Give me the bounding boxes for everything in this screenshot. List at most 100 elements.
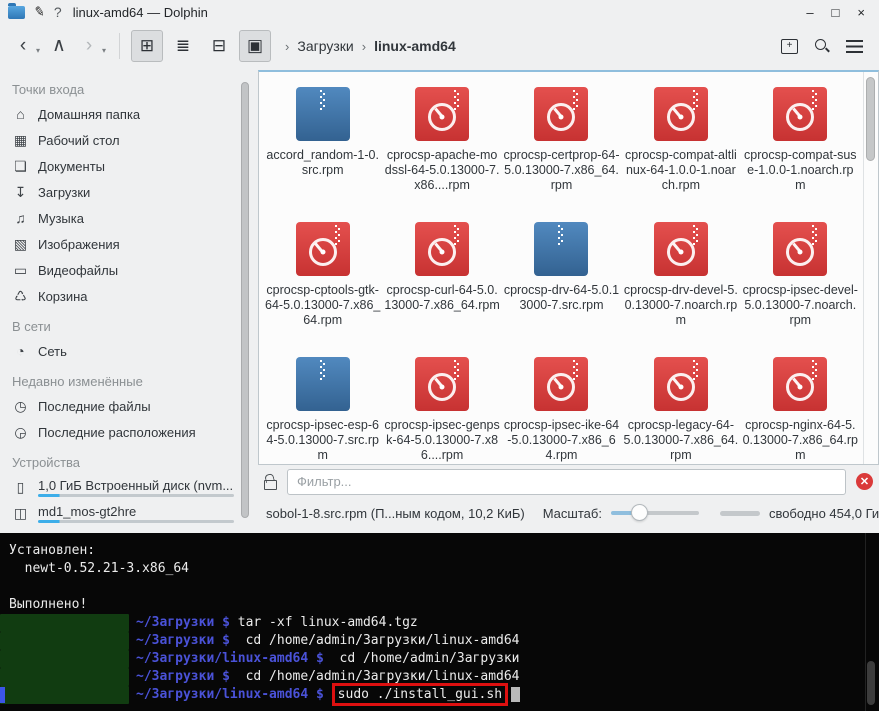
zipper-glyph: [812, 90, 817, 111]
zoom-slider[interactable]: [611, 511, 699, 515]
file-view[interactable]: accord_random-1-0.src.rpm cprocsp-apache…: [258, 70, 879, 465]
breadcrumb-downloads[interactable]: Загрузки: [297, 38, 353, 54]
shell-prompt: ~/Загрузки $: [136, 615, 238, 630]
file-item[interactable]: cprocsp-nginx-64-5.0.13000-7.x86_64.rpm: [741, 346, 860, 465]
zipper-glyph: [812, 360, 817, 381]
file-item[interactable]: cprocsp-drv-64-5.0.13000-7.src.rpm: [502, 211, 621, 346]
file-item[interactable]: cprocsp-legacy-64-5.0.13000-7.x86_64.rpm: [621, 346, 740, 465]
file-item[interactable]: cprocsp-compat-altlinux-64-1.0.0-1.noarc…: [621, 76, 740, 211]
sidebar-item-музыка[interactable]: ♫Музыка: [10, 205, 238, 231]
file-area: accord_random-1-0.src.rpm cprocsp-apache…: [252, 68, 879, 533]
gauge-glyph: [667, 238, 695, 266]
dolphin-window: ✎ ? linux-amd64 — Dolphin – □ × ‹ ▾ ∧ › …: [0, 0, 879, 533]
file-view-scrollbar-thumb[interactable]: [866, 77, 875, 161]
tree-view-button[interactable]: ⊟: [203, 30, 235, 62]
file-item[interactable]: cprocsp-ipsec-ike-64-5.0.13000-7.x86_64.…: [502, 346, 621, 465]
close-button[interactable]: ×: [857, 5, 865, 20]
file-item[interactable]: cprocsp-cptools-gtk-64-5.0.13000-7.x86_6…: [263, 211, 382, 346]
back-button[interactable]: ‹: [10, 34, 36, 58]
gauge-glyph: [786, 103, 814, 131]
sidebar-item-label: Изображения: [38, 237, 120, 252]
file-item[interactable]: cprocsp-apache-modssl-64-5.0.13000-7.x86…: [382, 76, 501, 211]
sidebar-item-последние-файлы[interactable]: ◷Последние файлы: [10, 393, 238, 419]
split-view-button[interactable]: +: [781, 39, 798, 54]
terminal-scrollbar-track[interactable]: [865, 533, 876, 711]
sidebar-item-md1-mos-gt2hre[interactable]: ◫md1_mos-gt2hre: [10, 500, 238, 526]
sidebar-item-корзина[interactable]: ♺Корзина: [10, 283, 238, 309]
sidebar-scrollbar[interactable]: [241, 82, 249, 518]
zoom-slider-handle[interactable]: [631, 504, 648, 521]
file-item[interactable]: cprocsp-compat-suse-1.0.0-1.noarch.rpm: [741, 76, 860, 211]
file-item[interactable]: cprocsp-drv-devel-5.0.13000-7.noarch.rpm: [621, 211, 740, 346]
file-item[interactable]: cprocsp-curl-64-5.0.13000-7.x86_64.rpm: [382, 211, 501, 346]
window-title: linux-amd64 — Dolphin: [73, 5, 208, 20]
sidebar-item-документы[interactable]: ❏Документы: [10, 153, 238, 179]
desktop-icon: ▦: [12, 132, 29, 149]
up-button[interactable]: ∧: [46, 34, 72, 58]
gauge-glyph: [428, 238, 456, 266]
forward-button[interactable]: ›: [76, 34, 102, 58]
zipper-glyph: [693, 225, 698, 246]
sidebar-item-label: Сеть: [38, 344, 67, 359]
breadcrumb-current-folder[interactable]: linux-amd64: [374, 38, 456, 54]
file-item[interactable]: cprocsp-ipsec-genpsk-64-5.0.13000-7.x86.…: [382, 346, 501, 465]
unlock-icon[interactable]: [264, 480, 277, 490]
sidebar-section-header: Устройства: [12, 455, 238, 470]
preview-toggle-button[interactable]: ▣: [239, 30, 271, 62]
terminal-text: cd /home/admin/Загрузки/linux-amd64: [238, 633, 520, 648]
terminal-window[interactable]: Установлен: newt-0.52.21-3.x86_64Выполне…: [0, 533, 879, 711]
rpm-package-icon: [534, 87, 588, 141]
terminal-scrollbar-thumb[interactable]: [867, 661, 875, 705]
terminal-line: ~/Загрузки/linux-amd64 $ sudo ./install_…: [0, 686, 879, 704]
highlighted-command: sudo ./install_gui.sh: [332, 683, 508, 706]
file-item[interactable]: cprocsp-certprop-64-5.0.13000-7.x86_64.r…: [502, 76, 621, 211]
censored-user-host: [0, 650, 129, 668]
help-icon[interactable]: ?: [54, 4, 62, 20]
sidebar-item-рабочий-стол[interactable]: ▦Рабочий стол: [10, 127, 238, 153]
breadcrumb-separator-icon: ›: [285, 39, 289, 54]
sidebar-item-сеть[interactable]: ◔ Сеть: [10, 338, 238, 364]
sidebar-item-изображения[interactable]: ▧Изображения: [10, 231, 238, 257]
terminal-text: newt-0.52.21-3.x86_64: [9, 561, 189, 576]
file-name: cprocsp-compat-altlinux-64-1.0.0-1.noarc…: [623, 148, 739, 193]
close-filter-button[interactable]: ✕: [856, 473, 873, 490]
file-item[interactable]: cprocsp-ipsec-devel-5.0.13000-7.noarch.r…: [741, 211, 860, 346]
status-selection-text: sobol-1-8.src.rpm (П...ным кодом, 10,2 К…: [266, 506, 525, 521]
file-name: cprocsp-ipsec-ike-64-5.0.13000-7.x86_64.…: [503, 418, 619, 463]
videos-icon: ▭: [12, 262, 29, 279]
toolbar: ‹ ▾ ∧ › ▾ ⊞ ≣ ⊟ ▣ › Загрузки › linux-amd…: [0, 24, 879, 68]
rpm-package-icon: [654, 357, 708, 411]
file-view-scrollbar-track[interactable]: [866, 75, 876, 461]
icons-view-button[interactable]: ⊞: [131, 30, 163, 62]
titlebar[interactable]: ✎ ? linux-amd64 — Dolphin – □ ×: [0, 0, 879, 24]
file-grid: accord_random-1-0.src.rpm cprocsp-apache…: [263, 76, 860, 465]
file-item[interactable]: accord_random-1-0.src.rpm: [263, 76, 382, 211]
zipper-glyph: [454, 360, 459, 381]
sidebar-item-домашняя-папка[interactable]: ⌂Домашняя папка: [10, 101, 238, 127]
search-icon[interactable]: [814, 38, 830, 54]
filter-input[interactable]: [287, 469, 846, 495]
free-space-text: свободно 454,0 ГиБ: [769, 506, 879, 521]
sidebar-item-загрузки[interactable]: ↧Загрузки: [10, 179, 238, 205]
sidebar-item-видеофайлы[interactable]: ▭Видеофайлы: [10, 257, 238, 283]
volume-icon: ◫: [12, 505, 29, 522]
minimize-button[interactable]: –: [806, 5, 813, 20]
sidebar-item-label: Последние файлы: [38, 399, 151, 414]
zipper-glyph: [454, 90, 459, 111]
music-icon: ♫: [12, 210, 29, 226]
maximize-button[interactable]: □: [832, 5, 840, 20]
disk-icon: ▯: [12, 479, 29, 496]
terminal-line: [0, 578, 879, 596]
sidebar-item-последние-расположения[interactable]: ◶Последние расположения: [10, 419, 238, 445]
shell-prompt: ~/Загрузки $: [136, 669, 238, 684]
forward-history-caret-icon[interactable]: ▾: [102, 46, 106, 55]
sidebar-item-1-0-гиб-встроенный-диск-nvm-[interactable]: ▯ 1,0 ГиБ Встроенный диск (nvm...: [10, 474, 238, 500]
gauge-glyph: [309, 238, 337, 266]
back-history-caret-icon[interactable]: ▾: [36, 46, 40, 55]
documents-icon: ❏: [12, 158, 29, 175]
file-item[interactable]: cprocsp-ipsec-esp-64-5.0.13000-7.src.rpm: [263, 346, 382, 465]
hamburger-menu-icon[interactable]: [846, 40, 863, 53]
sidebar-item-label: 1,0 ГиБ Встроенный диск (nvm...: [38, 478, 234, 493]
network-icon: ◔: [12, 343, 29, 359]
details-view-button[interactable]: ≣: [167, 30, 199, 62]
